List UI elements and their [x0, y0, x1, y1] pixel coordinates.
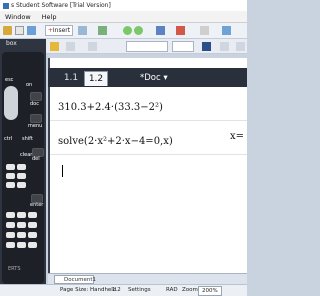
page-size[interactable]: Page Size: Handheld	[60, 285, 116, 296]
document-tab-label: Document1	[64, 277, 96, 283]
folder-icon[interactable]	[3, 26, 12, 35]
key-b[interactable]	[17, 212, 26, 218]
key-5[interactable]	[17, 173, 26, 179]
status-bar: Page Size: Handheld 1.2 Settings RAD Zoo…	[0, 284, 247, 296]
menu-bar: Window Help	[0, 11, 247, 23]
tab-1-2[interactable]: 1.2	[84, 71, 108, 86]
format-toolbar	[46, 39, 247, 54]
insert-label: Insert	[52, 27, 71, 34]
key-2[interactable]	[17, 182, 26, 188]
key-1[interactable]	[6, 182, 15, 188]
key-o[interactable]	[28, 232, 37, 238]
screen-icon[interactable]	[156, 26, 165, 35]
page-number: 1.2	[112, 287, 121, 293]
key-g[interactable]	[6, 222, 15, 228]
expression-2[interactable]: solve(2·x²+2·x−4=0,x)	[58, 136, 173, 147]
font-select[interactable]	[126, 41, 168, 52]
media-icon[interactable]	[176, 26, 185, 35]
chevron-down-icon: ▾	[163, 73, 168, 83]
page-tab-bar: 1.1 1.2 *Doc ▾	[48, 68, 247, 87]
calculator-page[interactable]: 310.3+2.4·(33.3−2²) solve(2·x²+2·x−4=0,x…	[50, 88, 247, 273]
panel-label: box	[6, 40, 17, 47]
key-m[interactable]	[6, 232, 15, 238]
key-s[interactable]	[6, 242, 15, 248]
key-label-ctrl: ctrl	[4, 136, 13, 142]
key-label-clear: clear	[20, 152, 33, 158]
main-toolbar: +Insert	[0, 23, 247, 39]
size-select[interactable]	[172, 41, 194, 52]
menu-window[interactable]: Window	[5, 13, 31, 21]
key-label-on: on	[26, 82, 33, 88]
key-label-del: del	[32, 156, 40, 162]
insert-button[interactable]: +Insert	[45, 25, 73, 36]
doc-name-label: *Doc	[140, 73, 161, 83]
key-label-shift: shift	[22, 136, 33, 142]
grid-icon[interactable]	[98, 26, 107, 35]
key-n[interactable]	[17, 232, 26, 238]
document-tab[interactable]: Document1	[54, 275, 96, 284]
key-i[interactable]	[28, 222, 37, 228]
layout-icon[interactable]	[78, 26, 87, 35]
align-icon[interactable]	[236, 42, 245, 51]
tab-1-1[interactable]: 1.1	[60, 71, 82, 86]
zoom-select[interactable]: 200%	[198, 286, 222, 296]
entry-divider	[50, 120, 247, 121]
menu-help[interactable]: Help	[42, 13, 57, 21]
entry-divider	[50, 154, 247, 155]
underline-icon[interactable]	[202, 42, 211, 51]
key-label-esc: esc	[5, 77, 14, 83]
input-caret	[62, 165, 63, 177]
angle-mode: RAD	[166, 287, 178, 293]
key-h[interactable]	[17, 222, 26, 228]
doc-name[interactable]: *Doc ▾	[140, 71, 168, 86]
bold-icon[interactable]	[88, 42, 97, 51]
window-title-bar: s Student Software [Trial Version]	[0, 0, 247, 11]
save-icon[interactable]	[27, 26, 36, 35]
key-t[interactable]	[17, 242, 26, 248]
app-icon	[3, 2, 9, 9]
key-u[interactable]	[28, 242, 37, 248]
style-icon[interactable]	[66, 42, 75, 51]
expression-1[interactable]: 310.3+2.4·(33.3−2²)	[58, 102, 163, 113]
help-icon[interactable]	[222, 26, 231, 35]
key-label-menu: menu	[28, 123, 43, 129]
key-a[interactable]	[6, 212, 15, 218]
document-tabs: Document1	[48, 273, 247, 284]
key-menu[interactable]	[30, 114, 42, 123]
key-c[interactable]	[28, 212, 37, 218]
key-label-enter: enter	[30, 202, 44, 208]
key-4[interactable]	[6, 173, 15, 179]
brand-label: ERTS	[8, 266, 21, 272]
settings-link[interactable]: Settings	[128, 285, 151, 296]
result-2: x=	[230, 131, 245, 142]
touchpad[interactable]	[4, 86, 18, 120]
window-title: s Student Software [Trial Version]	[11, 2, 111, 9]
key-8[interactable]	[17, 164, 26, 170]
back-arrow-icon[interactable]	[123, 26, 132, 35]
color-icon[interactable]	[220, 42, 229, 51]
key-label-doc: doc	[30, 101, 39, 107]
settings-icon[interactable]	[200, 26, 209, 35]
key-doc[interactable]	[30, 92, 42, 101]
star-icon[interactable]	[50, 42, 59, 51]
key-7[interactable]	[6, 164, 15, 170]
page-icon[interactable]	[15, 26, 24, 35]
forward-arrow-icon[interactable]	[134, 26, 143, 35]
